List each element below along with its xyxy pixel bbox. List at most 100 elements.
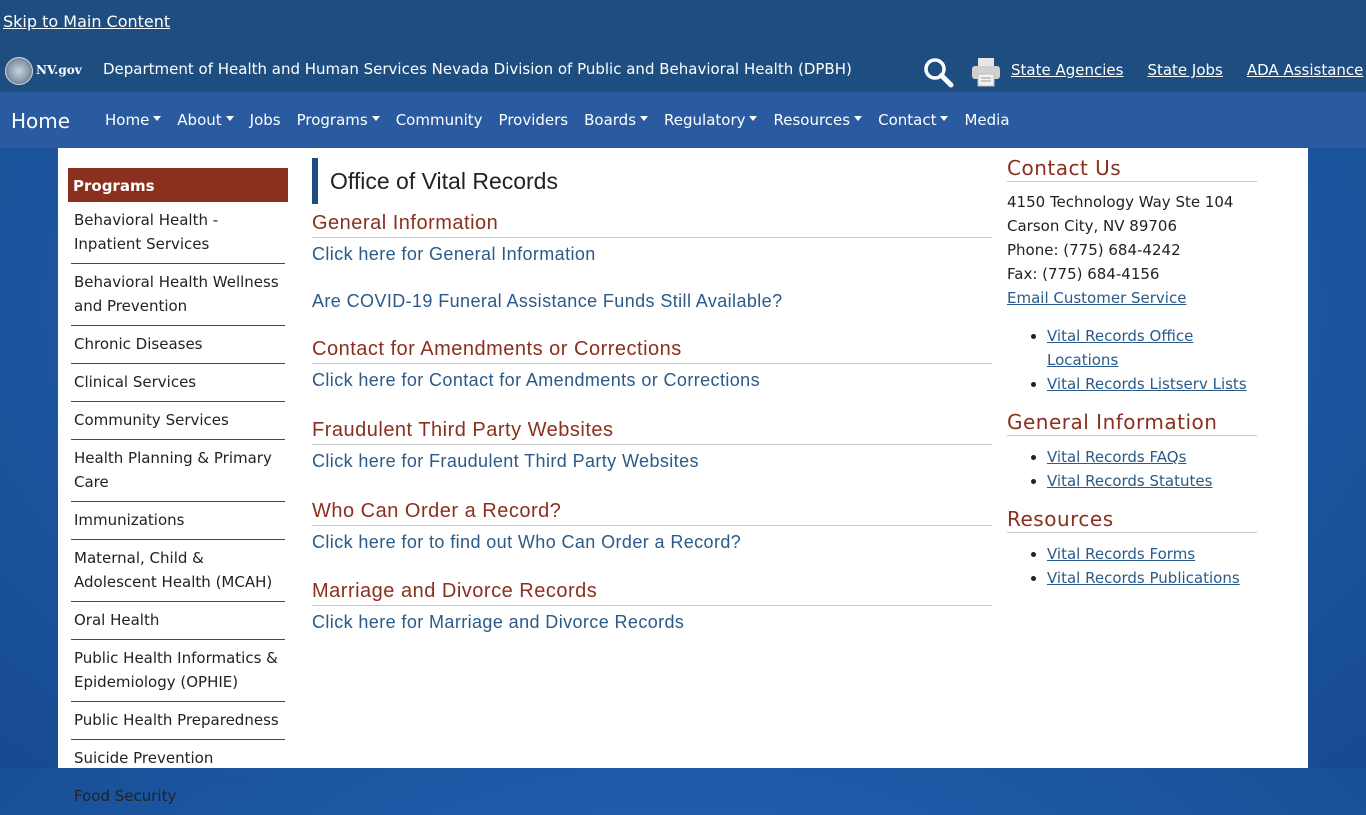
top-header: Skip to Main Content NV.gov Department o… bbox=[0, 0, 1366, 92]
nav-item-label: Boards bbox=[584, 111, 637, 129]
nav-item-regulatory[interactable]: Regulatory bbox=[664, 111, 758, 129]
caret-down-icon bbox=[371, 116, 380, 121]
nav-item-boards[interactable]: Boards bbox=[584, 111, 649, 129]
sidebar-item[interactable]: Clinical Services bbox=[71, 364, 285, 402]
nav-item-label: Jobs bbox=[249, 111, 281, 129]
page-container: Programs Behavioral Health - Inpatient S… bbox=[58, 148, 1308, 805]
caret-down-icon bbox=[854, 116, 863, 121]
fraudulent-websites-link[interactable]: Click here for Fraudulent Third Party We… bbox=[312, 451, 992, 472]
contact-address: 4150 Technology Way Ste 104 Carson City,… bbox=[1007, 190, 1257, 310]
caret-down-icon bbox=[153, 116, 162, 121]
address-line-2: Carson City, NV 89706 bbox=[1007, 217, 1178, 235]
nav-brand-home[interactable]: Home bbox=[11, 109, 70, 133]
publications-link[interactable]: Vital Records Publications bbox=[1047, 569, 1240, 587]
section-heading: Marriage and Divorce Records bbox=[312, 580, 992, 606]
sidebar-item[interactable]: Food Security bbox=[71, 778, 285, 815]
caret-down-icon bbox=[225, 116, 234, 121]
sidebar-item[interactable]: Public Health Preparedness bbox=[71, 702, 285, 740]
section-heading: General Information bbox=[312, 212, 992, 238]
nav-item-label: Regulatory bbox=[664, 111, 746, 129]
phone-number: Phone: (775) 684-4242 bbox=[1007, 241, 1181, 259]
page-title: Office of Vital Records bbox=[312, 158, 992, 204]
sidebar-item[interactable]: Behavioral Health - Inpatient Services bbox=[71, 202, 285, 264]
nav-item-about[interactable]: About bbox=[177, 111, 234, 129]
sidebar-item[interactable]: Suicide Prevention bbox=[71, 740, 285, 778]
section-heading: Contact for Amendments or Corrections bbox=[312, 338, 992, 364]
nav-item-jobs[interactable]: Jobs bbox=[250, 111, 281, 129]
list-item: Vital Records Office Locations bbox=[1047, 324, 1257, 372]
list-item: Vital Records Statutes bbox=[1047, 469, 1257, 493]
top-links: State Agencies State Jobs ADA Assistance bbox=[1011, 61, 1363, 79]
amendments-link[interactable]: Click here for Contact for Amendments or… bbox=[312, 370, 992, 391]
nav-item-media[interactable]: Media bbox=[964, 111, 1009, 129]
sidebar-item[interactable]: Community Services bbox=[71, 402, 285, 440]
nav-item-community[interactable]: Community bbox=[396, 111, 483, 129]
ada-assistance-link[interactable]: ADA Assistance bbox=[1247, 61, 1364, 79]
list-item: Vital Records Forms bbox=[1047, 542, 1257, 566]
caret-down-icon bbox=[749, 116, 758, 121]
main-content: Office of Vital Records General Informat… bbox=[312, 158, 992, 633]
resources-links-list: Vital Records Forms Vital Records Public… bbox=[1007, 542, 1257, 590]
list-item: Vital Records Listserv Lists bbox=[1047, 372, 1257, 396]
who-can-order-link[interactable]: Click here for to find out Who Can Order… bbox=[312, 532, 992, 553]
right-column: Contact Us 4150 Technology Way Ste 104 C… bbox=[1007, 156, 1257, 590]
forms-link[interactable]: Vital Records Forms bbox=[1047, 545, 1195, 563]
sidebar-item[interactable]: Behavioral Health Wellness and Preventio… bbox=[71, 264, 285, 326]
marriage-divorce-link[interactable]: Click here for Marriage and Divorce Reco… bbox=[312, 612, 992, 633]
section-fraudulent-websites: Fraudulent Third Party Websites Click he… bbox=[312, 419, 992, 472]
state-agencies-link[interactable]: State Agencies bbox=[1011, 61, 1123, 79]
sidebar-list: Behavioral Health - Inpatient Services Be… bbox=[68, 202, 288, 815]
search-icon[interactable] bbox=[922, 56, 954, 88]
listserv-lists-link[interactable]: Vital Records Listserv Lists bbox=[1047, 375, 1247, 393]
general-information-link[interactable]: Click here for General Information bbox=[312, 244, 992, 265]
nav-item-label: Programs bbox=[296, 111, 368, 129]
section-amendments: Contact for Amendments or Corrections Cl… bbox=[312, 338, 992, 391]
nav-item-label: Resources bbox=[773, 111, 851, 129]
nav-item-label: Media bbox=[964, 111, 1010, 129]
general-information-heading: General Information bbox=[1007, 410, 1257, 436]
nav-items: Home About Jobs Programs Community Providers B… bbox=[105, 111, 1026, 129]
sidebar-item[interactable]: Oral Health bbox=[71, 602, 285, 640]
nav-item-providers[interactable]: Providers bbox=[499, 111, 569, 129]
nv-gov-logo[interactable]: NV.gov bbox=[36, 63, 82, 77]
section-heading: Who Can Order a Record? bbox=[312, 500, 992, 526]
state-jobs-link[interactable]: State Jobs bbox=[1147, 61, 1222, 79]
nav-item-label: About bbox=[177, 111, 222, 129]
sidebar-item[interactable]: Health Planning & Primary Care bbox=[71, 440, 285, 502]
nav-item-label: Community bbox=[395, 111, 483, 129]
statutes-link[interactable]: Vital Records Statutes bbox=[1047, 472, 1212, 490]
list-item: Vital Records Publications bbox=[1047, 566, 1257, 590]
contact-us-heading: Contact Us bbox=[1007, 156, 1257, 182]
section-who-can-order: Who Can Order a Record? Click here for t… bbox=[312, 500, 992, 553]
office-locations-link[interactable]: Vital Records Office Locations bbox=[1047, 327, 1193, 369]
nav-item-label: Providers bbox=[498, 111, 569, 129]
main-nav: Home Home About Jobs Programs Community Provi… bbox=[0, 92, 1366, 148]
contact-links-list: Vital Records Office Locations Vital Rec… bbox=[1007, 324, 1257, 396]
sidebar-item[interactable]: Chronic Diseases bbox=[71, 326, 285, 364]
caret-down-icon bbox=[640, 116, 649, 121]
sidebar-item[interactable]: Maternal, Child & Adolescent Health (MCA… bbox=[71, 540, 285, 602]
nav-item-contact[interactable]: Contact bbox=[878, 111, 949, 129]
nav-item-label: Contact bbox=[878, 111, 937, 129]
print-icon[interactable] bbox=[970, 56, 1002, 88]
address-line-1: 4150 Technology Way Ste 104 bbox=[1007, 193, 1234, 211]
section-general-information: General Information Click here for Gener… bbox=[312, 212, 992, 265]
agency-title: Department of Health and Human Services … bbox=[103, 60, 852, 78]
sidebar-item[interactable]: Immunizations bbox=[71, 502, 285, 540]
email-customer-service-link[interactable]: Email Customer Service bbox=[1007, 289, 1186, 307]
faqs-link[interactable]: Vital Records FAQs bbox=[1047, 448, 1186, 466]
resources-heading: Resources bbox=[1007, 507, 1257, 533]
nav-item-home[interactable]: Home bbox=[105, 111, 162, 129]
sidebar-item[interactable]: Public Health Informatics & Epidemiology… bbox=[71, 640, 285, 702]
nav-item-resources[interactable]: Resources bbox=[773, 111, 863, 129]
sidebar-heading: Programs bbox=[68, 168, 288, 202]
covid-funeral-assistance-link[interactable]: Are COVID-19 Funeral Assistance Funds St… bbox=[312, 291, 992, 312]
nevada-seal-icon[interactable] bbox=[5, 57, 33, 85]
section-marriage-divorce: Marriage and Divorce Records Click here … bbox=[312, 580, 992, 633]
skip-to-main-link[interactable]: Skip to Main Content bbox=[3, 12, 170, 31]
fax-number: Fax: (775) 684-4156 bbox=[1007, 265, 1160, 283]
caret-down-icon bbox=[940, 116, 949, 121]
general-links-list: Vital Records FAQs Vital Records Statute… bbox=[1007, 445, 1257, 493]
nav-item-label: Home bbox=[105, 111, 150, 129]
nav-item-programs[interactable]: Programs bbox=[297, 111, 380, 129]
